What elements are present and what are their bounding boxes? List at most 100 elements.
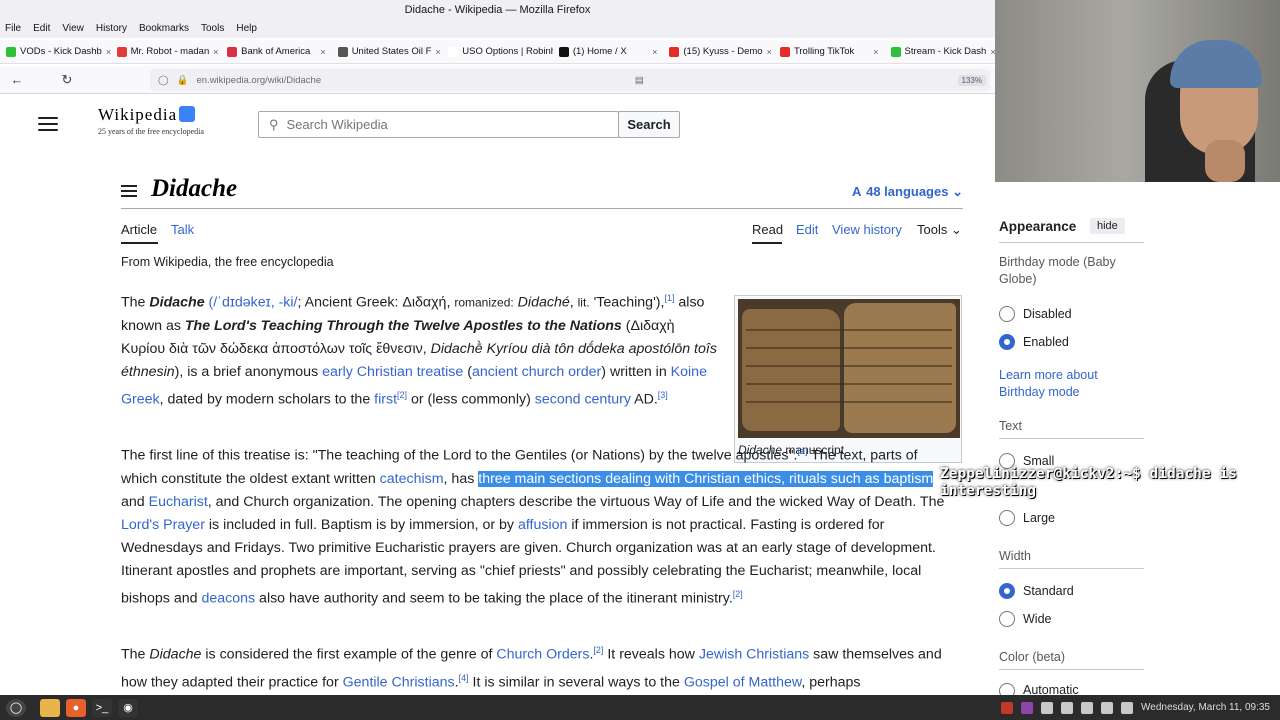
chevron-down-icon: ⌄ xyxy=(950,222,962,237)
menu-tools[interactable]: Tools xyxy=(201,20,224,38)
tab-article[interactable]: Article xyxy=(121,222,157,237)
firefox-icon[interactable]: ● xyxy=(66,698,86,717)
favicon-icon xyxy=(558,46,569,57)
text-label: Text xyxy=(999,419,1022,433)
window-title: Didache - Wikipedia — Mozilla Firefox xyxy=(0,0,995,20)
appearance-panel: Appearance hide Birthday mode (Baby Glob… xyxy=(995,182,1280,695)
close-tab-icon[interactable]: × xyxy=(435,47,440,57)
browser-tab[interactable]: VODs - Kick Dashb× xyxy=(0,46,111,57)
tools-label: Tools xyxy=(917,222,948,237)
menu-history[interactable]: History xyxy=(96,20,127,38)
tools-menu[interactable]: Tools ⌄ xyxy=(917,222,962,238)
browser-tab[interactable]: (1) Home / X × xyxy=(553,46,664,57)
terminal-icon[interactable]: >_ xyxy=(92,698,112,717)
browser-tab[interactable]: Mr. Robot - madan × xyxy=(111,46,222,57)
wikipedia-logo[interactable]: Wikipedia 25 years of the free encyclope… xyxy=(98,105,228,136)
radio-disabled[interactable] xyxy=(999,306,1015,322)
close-tab-icon[interactable]: × xyxy=(320,47,325,57)
radio-wide[interactable] xyxy=(999,611,1015,627)
radio-large[interactable] xyxy=(999,510,1015,526)
article-paragraph-3: The Didache is considered the first exam… xyxy=(121,645,942,691)
table-of-contents-icon[interactable] xyxy=(121,185,137,197)
network-icon[interactable] xyxy=(1101,701,1114,714)
file-manager-icon[interactable] xyxy=(40,698,60,717)
tab-talk[interactable]: Talk xyxy=(171,222,194,237)
read-tab-indicator xyxy=(752,242,782,244)
obs-icon[interactable]: ◉ xyxy=(118,698,138,717)
tab-read[interactable]: Read xyxy=(752,222,783,237)
manuscript-infobox: Didache manuscript xyxy=(734,295,962,463)
browser-tab[interactable]: (15) Kyuss - Demo × xyxy=(663,46,774,57)
color-label: Color (beta) xyxy=(999,650,1065,664)
tray-app-icon[interactable] xyxy=(1001,701,1014,714)
manuscript-image[interactable] xyxy=(738,299,960,438)
browser-tab[interactable]: Trolling TikTok × xyxy=(774,46,885,57)
tab-label: Mr. Robot - madan xyxy=(130,46,210,57)
favicon-icon xyxy=(448,46,459,57)
favicon-icon xyxy=(337,46,348,57)
tab-label: United States Oil F xyxy=(351,46,432,57)
logo-wordmark: Wikipedia xyxy=(98,105,178,124)
search-icon: ⚲ xyxy=(269,116,279,132)
learn-more-link[interactable]: Learn more about Birthday mode xyxy=(999,367,1119,401)
menu-bookmarks[interactable]: Bookmarks xyxy=(139,20,189,38)
menu-edit[interactable]: Edit xyxy=(33,20,50,38)
tray-app-icon[interactable] xyxy=(1021,701,1034,714)
close-tab-icon[interactable]: × xyxy=(213,47,218,57)
tray-app-icon[interactable] xyxy=(1081,701,1094,714)
menu-help[interactable]: Help xyxy=(236,20,257,38)
tab-view-history[interactable]: View history xyxy=(832,222,902,237)
tab-label: Bank of America xyxy=(241,46,311,57)
shield-icon[interactable]: ◯ xyxy=(158,75,169,86)
tab-strip: VODs - Kick Dashb×Mr. Robot - madan×Bank… xyxy=(0,40,995,64)
title-row: Didache A 48 languages ⌄ xyxy=(121,175,963,209)
favicon-icon xyxy=(669,46,680,57)
search-button[interactable]: Search xyxy=(618,111,680,138)
divider xyxy=(999,242,1144,243)
favicon-icon xyxy=(890,46,901,57)
browser-tab[interactable]: USO Options | Robinh× xyxy=(442,46,553,57)
option-disabled[interactable]: Disabled xyxy=(999,306,1072,322)
tray-app-icon[interactable] xyxy=(1041,701,1054,714)
close-tab-icon[interactable]: × xyxy=(652,47,657,57)
radio-standard[interactable] xyxy=(999,583,1015,599)
hide-button[interactable]: hide xyxy=(1090,218,1125,234)
volume-icon[interactable] xyxy=(1121,701,1134,714)
tray-app-icon[interactable] xyxy=(1061,701,1074,714)
menu-file[interactable]: File xyxy=(5,20,21,38)
languages-button[interactable]: A 48 languages ⌄ xyxy=(852,184,963,200)
divider xyxy=(999,568,1144,569)
close-tab-icon[interactable]: × xyxy=(767,47,772,57)
favicon-icon xyxy=(779,46,790,57)
tab-edit[interactable]: Edit xyxy=(796,222,818,237)
option-automatic[interactable]: Automatic xyxy=(999,683,1079,695)
option-standard[interactable]: Standard xyxy=(999,583,1074,599)
reload-icon[interactable]: ↻ xyxy=(54,69,80,91)
menu-view[interactable]: View xyxy=(62,20,84,38)
main-menu-icon[interactable] xyxy=(38,117,58,131)
browser-tab[interactable]: Stream - Kick Dash× xyxy=(885,46,995,57)
option-large[interactable]: Large xyxy=(999,510,1055,526)
close-tab-icon[interactable]: × xyxy=(873,47,878,57)
search-input[interactable]: ⚲ Search Wikipedia xyxy=(258,111,619,138)
radio-enabled[interactable] xyxy=(999,334,1015,350)
url-text[interactable]: en.wikipedia.org/wiki/Didache xyxy=(196,75,321,86)
zoom-badge[interactable]: 133% xyxy=(957,74,986,86)
tab-label: VODs - Kick Dashb xyxy=(20,46,102,57)
back-icon[interactable]: ← xyxy=(4,69,30,91)
clock[interactable]: Wednesday, March 11, 09:35 xyxy=(1141,702,1270,713)
chevron-down-icon: ⌄ xyxy=(952,184,963,199)
browser-tab[interactable]: Bank of America × xyxy=(221,46,332,57)
webcam-feed xyxy=(995,0,1280,182)
radio-automatic[interactable] xyxy=(999,683,1015,695)
reader-icon[interactable]: ▤ xyxy=(635,75,644,86)
lock-icon[interactable]: 🔒 xyxy=(177,75,189,86)
option-enabled[interactable]: Enabled xyxy=(999,334,1069,350)
browser-tab[interactable]: United States Oil F × xyxy=(332,46,443,57)
translate-icon: A xyxy=(851,184,863,199)
logo-tagline: 25 years of the free encyclopedia xyxy=(98,127,204,136)
option-wide[interactable]: Wide xyxy=(999,611,1051,627)
address-bar[interactable]: ◯ 🔒 en.wikipedia.org/wiki/Didache ▤ 133% xyxy=(150,69,990,91)
start-menu-icon[interactable]: ◯ xyxy=(6,698,26,717)
hand xyxy=(1205,140,1245,182)
